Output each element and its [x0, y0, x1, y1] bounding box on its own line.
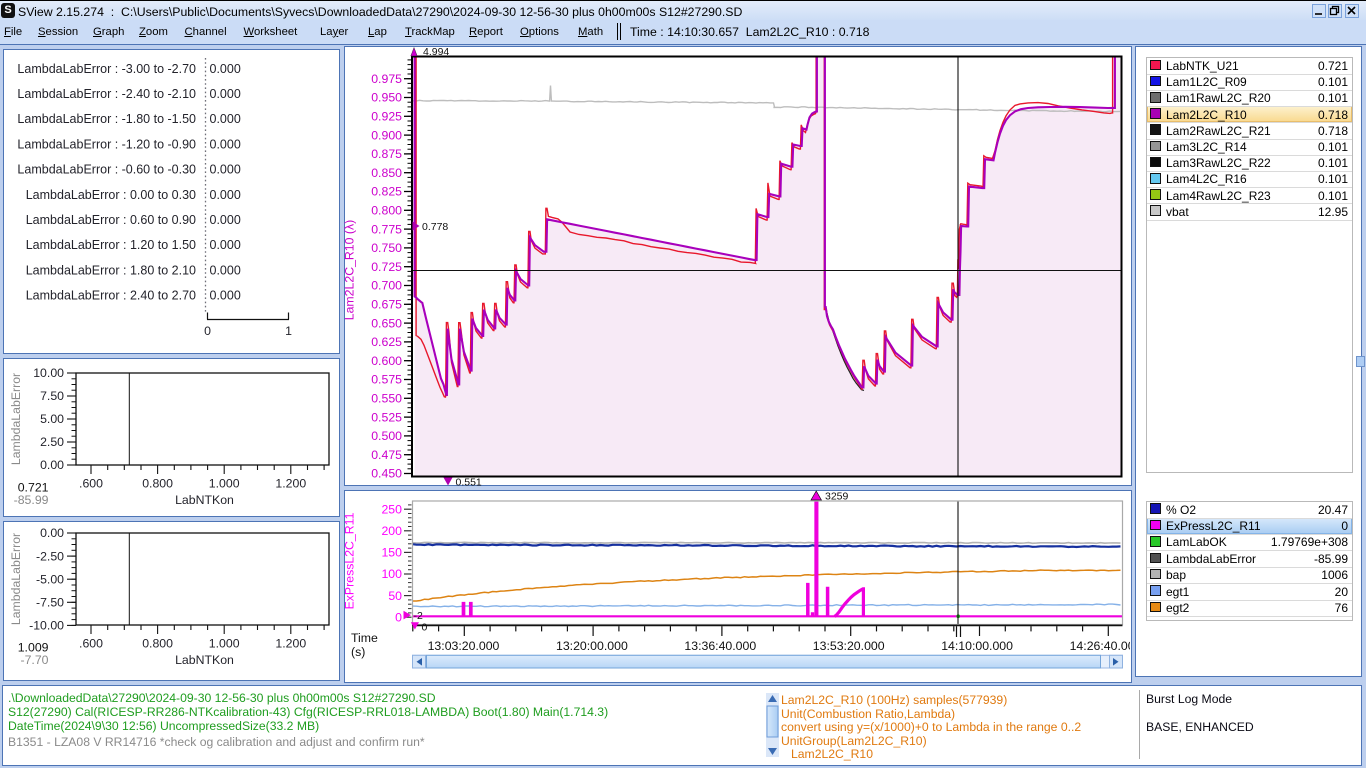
- svg-text:10.00: 10.00: [33, 366, 64, 380]
- svg-text:0.850: 0.850: [371, 166, 402, 180]
- svg-text:14:10:00.000: 14:10:00.000: [941, 639, 1013, 653]
- svg-text:LambdaLabError : -0.60 to -0.3: LambdaLabError : -0.60 to -0.30: [17, 163, 196, 177]
- svg-text:-5.00: -5.00: [36, 572, 64, 586]
- svg-text:0.000: 0.000: [210, 137, 241, 151]
- svg-text:LambdaLabError: LambdaLabError: [9, 373, 23, 465]
- svg-text:50: 50: [388, 589, 402, 603]
- svg-text:LambdaLabError : 1.80 to 2.10: LambdaLabError : 1.80 to 2.10: [26, 263, 196, 277]
- svg-text:1: 1: [285, 324, 292, 338]
- svg-text:0.551: 0.551: [456, 477, 482, 489]
- svg-text:0.600: 0.600: [371, 354, 402, 368]
- svg-text:.600: .600: [79, 477, 103, 491]
- svg-text:2.50: 2.50: [40, 435, 64, 449]
- svg-text:LambdaLabError : -3.00 to -2.7: LambdaLabError : -3.00 to -2.70: [17, 62, 196, 76]
- svg-text:0.800: 0.800: [371, 204, 402, 218]
- svg-text:7.50: 7.50: [40, 389, 64, 403]
- svg-text:14:26:40.000: 14:26:40.000: [1070, 639, 1142, 653]
- svg-text:0.000: 0.000: [210, 289, 241, 303]
- svg-text:0: 0: [422, 622, 428, 634]
- svg-text:13:20:00.000: 13:20:00.000: [556, 639, 628, 653]
- svg-text:0.00: 0.00: [40, 458, 64, 472]
- svg-text:1.200: 1.200: [275, 477, 306, 491]
- svg-text:13:03:20.000: 13:03:20.000: [428, 639, 500, 653]
- svg-text:0.925: 0.925: [371, 110, 402, 124]
- svg-text:0.550: 0.550: [371, 392, 402, 406]
- svg-text:0.000: 0.000: [210, 188, 241, 202]
- svg-text:4.994: 4.994: [423, 46, 449, 58]
- svg-text:-85.99: -85.99: [14, 493, 49, 507]
- svg-text:LambdaLabError : 0.60 to 0.90: LambdaLabError : 0.60 to 0.90: [26, 213, 196, 227]
- svg-text:Lam2L2C_R10 (λ): Lam2L2C_R10 (λ): [343, 220, 357, 320]
- svg-text:0.800: 0.800: [142, 637, 173, 651]
- svg-text:-2: -2: [414, 610, 423, 622]
- svg-text:0.778: 0.778: [422, 221, 448, 233]
- svg-text:-2.50: -2.50: [36, 549, 64, 563]
- svg-text:0.725: 0.725: [371, 260, 402, 274]
- svg-text:100: 100: [381, 567, 402, 581]
- svg-text:LambdaLabError : 2.40 to 2.70: LambdaLabError : 2.40 to 2.70: [26, 289, 196, 303]
- svg-text:5.00: 5.00: [40, 412, 64, 426]
- svg-text:0.000: 0.000: [210, 112, 241, 126]
- svg-text:0.650: 0.650: [371, 316, 402, 330]
- svg-text:0.000: 0.000: [210, 87, 241, 101]
- svg-text:0.000: 0.000: [210, 263, 241, 277]
- svg-text:0.000: 0.000: [210, 238, 241, 252]
- svg-text:LabNTKon: LabNTKon: [175, 653, 234, 667]
- svg-text:-7.70: -7.70: [20, 653, 48, 667]
- svg-text:0.000: 0.000: [210, 213, 241, 227]
- svg-text:200: 200: [381, 524, 402, 538]
- svg-text:0.625: 0.625: [371, 335, 402, 349]
- svg-text:0.950: 0.950: [371, 91, 402, 105]
- svg-text:0.525: 0.525: [371, 410, 402, 424]
- svg-text:0.575: 0.575: [371, 373, 402, 387]
- svg-text:0.000: 0.000: [210, 163, 241, 177]
- svg-text:13:36:40.000: 13:36:40.000: [684, 639, 756, 653]
- svg-text:(s): (s): [351, 645, 365, 659]
- svg-text:LambdaLabError : 1.20 to 1.50: LambdaLabError : 1.20 to 1.50: [26, 238, 196, 252]
- svg-text:0.750: 0.750: [371, 241, 402, 255]
- svg-text:0.825: 0.825: [371, 185, 402, 199]
- svg-text:150: 150: [381, 546, 402, 560]
- svg-text:-7.50: -7.50: [36, 596, 64, 610]
- svg-text:.600: .600: [79, 637, 103, 651]
- svg-text:LambdaLabError : -1.80 to -1.5: LambdaLabError : -1.80 to -1.50: [17, 112, 196, 126]
- svg-text:0: 0: [395, 610, 402, 624]
- svg-text:LambdaLabError : -2.40 to -2.1: LambdaLabError : -2.40 to -2.10: [17, 87, 196, 101]
- svg-text:0.000: 0.000: [210, 62, 241, 76]
- svg-text:0.900: 0.900: [371, 128, 402, 142]
- svg-text:LabNTKon: LabNTKon: [175, 493, 234, 507]
- svg-text:0.775: 0.775: [371, 222, 402, 236]
- svg-text:0.675: 0.675: [371, 298, 402, 312]
- svg-text:0.875: 0.875: [371, 147, 402, 161]
- svg-text:0.450: 0.450: [371, 467, 402, 481]
- svg-text:0: 0: [204, 324, 211, 338]
- svg-text:0.500: 0.500: [371, 429, 402, 443]
- svg-text:13:53:20.000: 13:53:20.000: [813, 639, 885, 653]
- svg-text:1.200: 1.200: [275, 637, 306, 651]
- svg-text:250: 250: [381, 502, 402, 516]
- svg-text:1.000: 1.000: [209, 477, 240, 491]
- svg-text:3259: 3259: [825, 491, 849, 503]
- svg-text:0.00: 0.00: [40, 526, 64, 540]
- svg-text:0.800: 0.800: [142, 477, 173, 491]
- svg-text:LambdaLabError : -1.20 to -0.9: LambdaLabError : -1.20 to -0.90: [17, 137, 196, 151]
- svg-text:0.475: 0.475: [371, 448, 402, 462]
- svg-text:ExPressL2C_R11: ExPressL2C_R11: [343, 512, 357, 609]
- svg-text:0.700: 0.700: [371, 279, 402, 293]
- svg-text:LambdaLabError: LambdaLabError: [9, 533, 23, 625]
- svg-text:Time: Time: [351, 631, 378, 645]
- svg-text:LambdaLabError : 0.00 to 0.30: LambdaLabError : 0.00 to 0.30: [26, 188, 196, 202]
- svg-text:-10.00: -10.00: [29, 619, 64, 633]
- svg-text:0.975: 0.975: [371, 72, 402, 86]
- svg-text:1.000: 1.000: [209, 637, 240, 651]
